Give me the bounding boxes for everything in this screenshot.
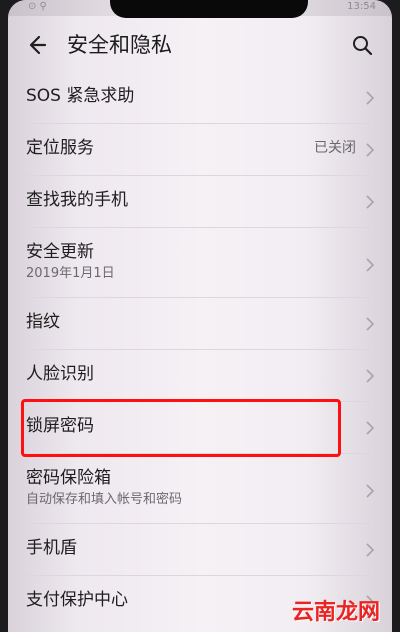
chevron-right-icon <box>366 195 375 209</box>
item-label: 手机盾 <box>26 538 77 558</box>
status-bar: ⊙ ⚲ 13:54 <box>8 0 392 18</box>
face-recognition-item[interactable]: 人脸识别 <box>8 350 392 402</box>
phone-frame: ⊙ ⚲ 13:54 安全和隐私 SOS 紧急求助 定位服务 已关闭 查找我的手机… <box>0 0 400 632</box>
location-services-item[interactable]: 定位服务 已关闭 <box>8 124 392 176</box>
security-settings-list: SOS 紧急求助 定位服务 已关闭 查找我的手机 安全更新 2019年1月1日 … <box>8 72 392 628</box>
source-watermark: 云南龙网 <box>291 600 380 625</box>
highlighted-screen-lock-outline <box>21 399 341 457</box>
chevron-right-icon <box>366 91 375 105</box>
item-label: SOS 紧急求助 <box>26 86 135 106</box>
chevron-right-icon <box>366 143 375 157</box>
chevron-right-icon <box>366 484 375 498</box>
chevron-right-icon <box>366 317 375 331</box>
chevron-right-icon <box>366 258 375 272</box>
item-label: 安全更新 <box>26 242 94 262</box>
chevron-right-icon <box>366 369 375 383</box>
chevron-right-icon <box>366 421 375 435</box>
status-icons: ⊙ ⚲ <box>28 1 47 12</box>
status-time: 13:54 <box>347 1 376 12</box>
password-vault-item[interactable]: 密码保险箱 自动保存和填入帐号和密码 <box>8 454 392 524</box>
fingerprint-item[interactable]: 指纹 <box>8 298 392 350</box>
item-subtitle: 2019年1月1日 <box>26 266 115 281</box>
item-label: 查找我的手机 <box>26 190 128 210</box>
item-label: 指纹 <box>26 312 60 332</box>
settings-screen: ⊙ ⚲ 13:54 安全和隐私 SOS 紧急求助 定位服务 已关闭 查找我的手机… <box>8 0 392 632</box>
sos-emergency-item[interactable]: SOS 紧急求助 <box>8 72 392 124</box>
top-app-bar: 安全和隐私 <box>8 24 392 66</box>
search-icon[interactable] <box>350 33 374 57</box>
back-arrow-icon[interactable] <box>24 33 48 57</box>
item-label: 人脸识别 <box>26 364 94 384</box>
location-status-value: 已关闭 <box>314 140 356 156</box>
chevron-right-icon <box>366 543 375 557</box>
item-subtitle: 自动保存和填入帐号和密码 <box>26 492 183 507</box>
phone-shield-item[interactable]: 手机盾 <box>8 524 392 576</box>
security-update-item[interactable]: 安全更新 2019年1月1日 <box>8 228 392 298</box>
item-label: 定位服务 <box>26 138 94 158</box>
page-title: 安全和隐私 <box>67 33 172 57</box>
find-my-phone-item[interactable]: 查找我的手机 <box>8 176 392 228</box>
item-label: 支付保护中心 <box>26 590 128 610</box>
item-label: 密码保险箱 <box>26 468 111 488</box>
camera-notch <box>110 0 308 18</box>
